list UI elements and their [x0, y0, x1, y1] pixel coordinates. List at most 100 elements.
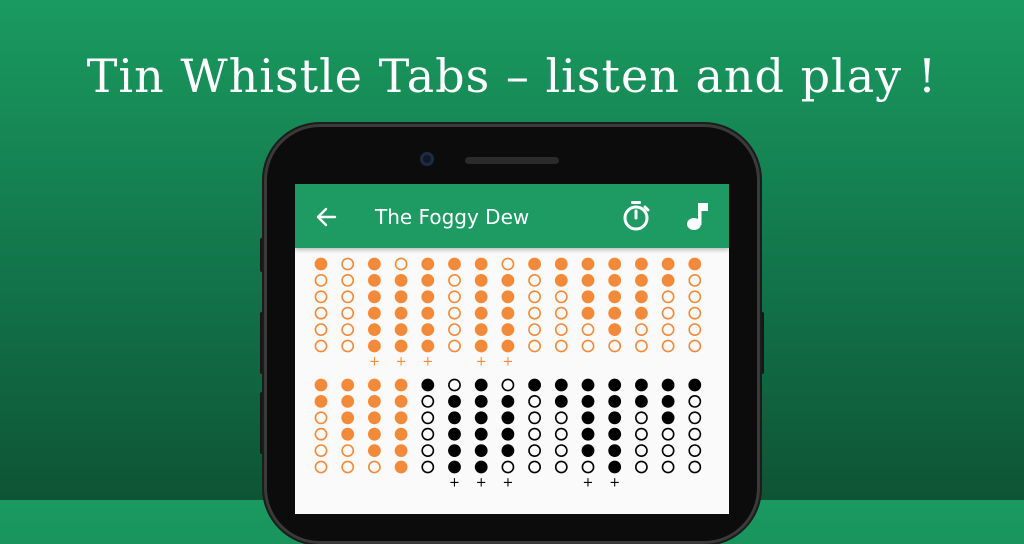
tab-column	[314, 257, 328, 353]
hole-open	[688, 411, 702, 425]
tab-column	[448, 257, 461, 353]
hole-covered	[554, 378, 568, 392]
hole-open	[448, 274, 461, 287]
hole-open	[421, 411, 435, 425]
hole-open	[314, 427, 328, 441]
hole-open	[341, 444, 355, 457]
tab-column: +	[448, 378, 461, 490]
hole-open	[314, 411, 328, 425]
back-button[interactable]	[313, 204, 339, 230]
hole-covered	[368, 378, 381, 392]
tab-column	[394, 378, 408, 474]
hole-covered	[688, 378, 702, 392]
hole-covered	[474, 339, 488, 353]
octave-plus-mark: +	[369, 354, 380, 369]
hole-covered	[341, 394, 355, 408]
tab-column	[661, 378, 675, 474]
hole-open	[554, 339, 568, 353]
hole-covered	[368, 444, 381, 457]
hole-open	[688, 460, 702, 474]
hole-covered	[448, 444, 461, 457]
hole-open	[421, 427, 435, 441]
hole-covered	[474, 444, 488, 457]
tab-column	[341, 378, 355, 474]
hole-open	[528, 339, 541, 353]
hole-open	[501, 378, 515, 392]
hole-covered	[448, 411, 461, 425]
hole-covered	[421, 323, 435, 336]
hole-covered	[661, 274, 675, 287]
hole-open	[528, 411, 541, 425]
hole-covered	[474, 290, 488, 304]
hole-open	[528, 394, 541, 408]
hole-covered	[394, 427, 408, 441]
hole-covered	[448, 394, 461, 408]
tab-column	[661, 257, 675, 353]
hole-covered	[634, 394, 648, 408]
hole-covered	[474, 411, 488, 425]
tab-column: +	[394, 257, 408, 369]
hole-covered	[688, 257, 702, 271]
hole-covered	[368, 306, 381, 320]
octave-plus-mark: +	[476, 475, 487, 490]
hole-covered	[394, 378, 408, 392]
hole-covered	[474, 274, 488, 287]
hole-covered	[341, 411, 355, 425]
hole-covered	[661, 394, 675, 408]
hole-covered	[501, 274, 515, 287]
octave-plus-mark: +	[583, 475, 594, 490]
arrow-left-icon	[316, 207, 337, 227]
hole-open	[554, 323, 568, 336]
hole-covered	[394, 444, 408, 457]
music-button[interactable]	[686, 201, 712, 231]
hole-open	[688, 306, 702, 320]
hole-open	[554, 306, 568, 320]
hole-open	[688, 290, 702, 304]
hole-open	[661, 427, 675, 441]
hole-open	[634, 444, 648, 457]
hole-open	[661, 290, 675, 304]
hole-covered	[554, 274, 568, 287]
octave-plus-mark: +	[502, 354, 513, 369]
hole-open	[661, 339, 675, 353]
tab-column	[688, 378, 702, 474]
hole-covered	[528, 257, 541, 271]
hole-covered	[608, 411, 622, 425]
hole-open	[608, 339, 622, 353]
hole-open	[661, 323, 675, 336]
hole-covered	[421, 257, 435, 271]
octave-plus-mark: +	[449, 475, 460, 490]
hole-covered	[608, 257, 622, 271]
tab-column: +	[608, 378, 622, 490]
hole-open	[421, 460, 435, 474]
hole-open	[528, 444, 541, 457]
stopwatch-icon	[623, 201, 650, 231]
hole-covered	[474, 394, 488, 408]
hole-covered	[341, 427, 355, 441]
tab-column: +	[421, 257, 435, 369]
hole-open	[341, 339, 355, 353]
hole-open	[634, 323, 648, 336]
hole-open	[581, 339, 595, 353]
hole-covered	[421, 290, 435, 304]
hole-covered	[368, 394, 381, 408]
tab-column	[581, 257, 595, 353]
timer-button[interactable]	[621, 200, 651, 232]
hole-covered	[368, 323, 381, 336]
tab-column	[634, 378, 648, 474]
hole-open	[688, 323, 702, 336]
hole-covered	[474, 427, 488, 441]
hole-open	[421, 394, 435, 408]
hole-covered	[634, 306, 648, 320]
hole-open	[341, 460, 355, 474]
hole-covered	[608, 444, 622, 457]
hole-covered	[474, 306, 488, 320]
hole-open	[554, 427, 568, 441]
app-bar: The Foggy Dew	[295, 184, 729, 248]
music-note-icon	[687, 203, 708, 230]
hole-covered	[528, 378, 541, 392]
hole-covered	[634, 274, 648, 287]
hole-open	[314, 460, 328, 474]
tab-column: +	[474, 378, 488, 490]
hole-covered	[581, 394, 595, 408]
